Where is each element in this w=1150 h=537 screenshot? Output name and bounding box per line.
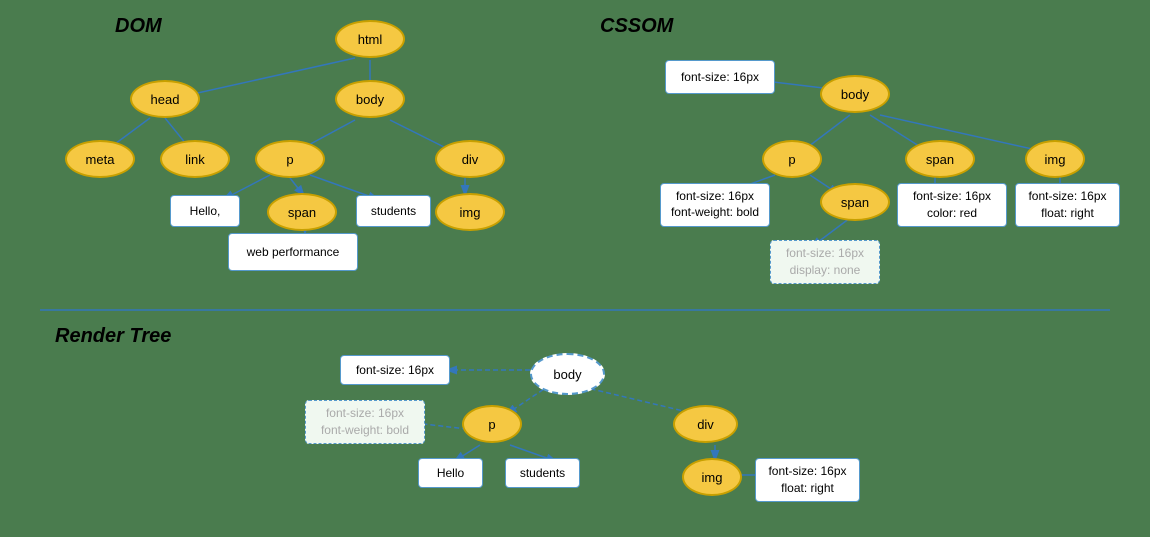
cssom-body-node: body xyxy=(820,75,890,113)
dom-webperf-text: web performance xyxy=(228,233,358,271)
rt-img-node: img xyxy=(682,458,742,496)
dom-meta-node: meta xyxy=(65,140,135,178)
cssom-p-node: p xyxy=(762,140,822,178)
dom-html-node: html xyxy=(335,20,405,58)
dom-head-node: head xyxy=(130,80,200,118)
dom-div-node: div xyxy=(435,140,505,178)
rt-hello-text: Hello xyxy=(418,458,483,488)
rt-p-node: p xyxy=(462,405,522,443)
dom-img-node: img xyxy=(435,193,505,231)
dom-hello-text: Hello, xyxy=(170,195,240,227)
diagram-container: DOM html head body meta link p div Hello… xyxy=(0,0,1150,537)
cssom-span-outer-node: span xyxy=(905,140,975,178)
rt-body-style-box: font-size: 16px xyxy=(340,355,450,385)
dom-body-node: body xyxy=(335,80,405,118)
dom-p-node: p xyxy=(255,140,325,178)
dom-link-node: link xyxy=(160,140,230,178)
cssom-label: CSSOM xyxy=(600,15,673,38)
rt-body-node: body xyxy=(530,353,605,395)
dom-span-node: span xyxy=(267,193,337,231)
rt-students-text: students xyxy=(505,458,580,488)
cssom-p-style-box: font-size: 16px font-weight: bold xyxy=(660,183,770,227)
cssom-img-node: img xyxy=(1025,140,1085,178)
rt-img-style-box: font-size: 16px float: right xyxy=(755,458,860,502)
dom-label: DOM xyxy=(115,15,162,38)
cssom-body-style-box: font-size: 16px xyxy=(665,60,775,94)
rt-div-node: div xyxy=(673,405,738,443)
render-tree-label: Render Tree xyxy=(55,325,171,348)
rt-p-style-box: font-size: 16px font-weight: bold xyxy=(305,400,425,444)
cssom-span-outer-style-box: font-size: 16px color: red xyxy=(897,183,1007,227)
cssom-span-inner-style-box: font-size: 16px display: none xyxy=(770,240,880,284)
dom-students-text: students xyxy=(356,195,431,227)
cssom-span-inner-node: span xyxy=(820,183,890,221)
cssom-img-style-box: font-size: 16px float: right xyxy=(1015,183,1120,227)
